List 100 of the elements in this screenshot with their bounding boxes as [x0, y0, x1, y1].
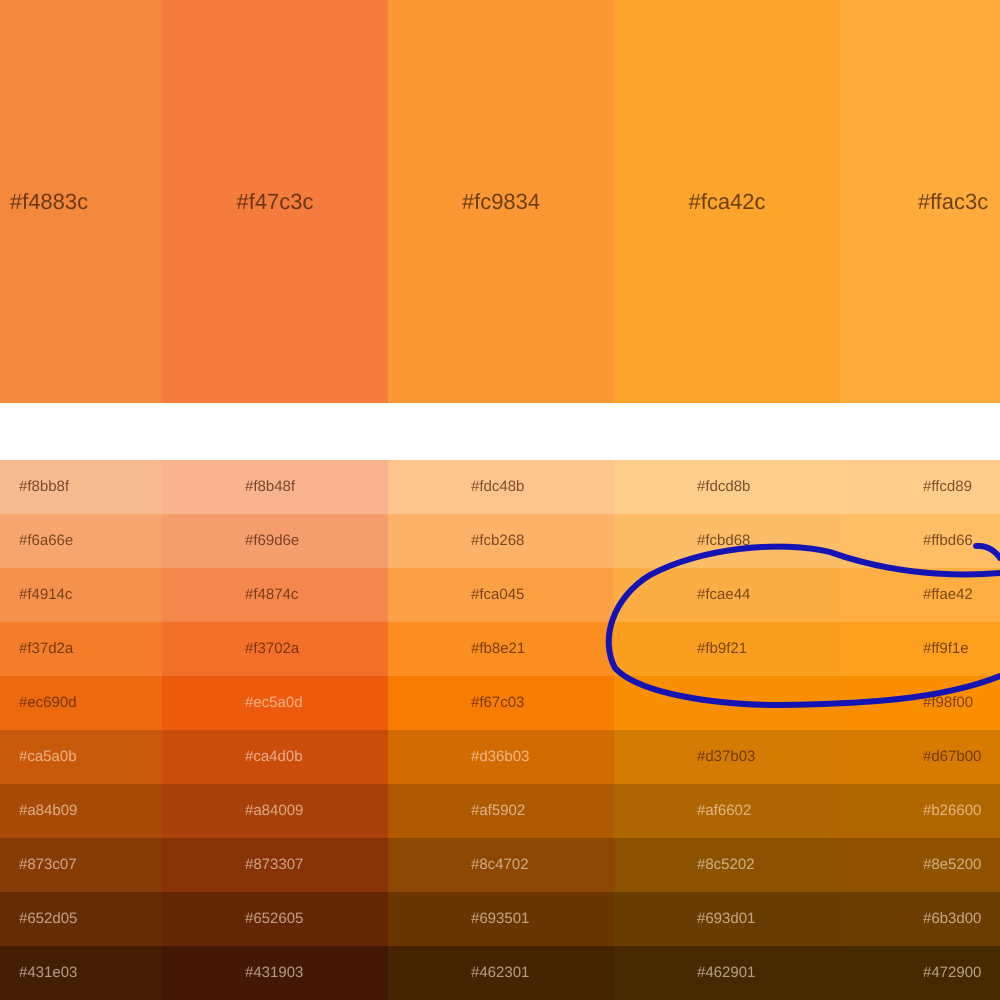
hex-code-label: #462901	[697, 962, 756, 983]
hex-code-label: #d67b00	[923, 746, 982, 767]
hex-code-label: #fc9834	[462, 188, 540, 216]
hex-code-label: #ec5a0d	[245, 692, 303, 713]
shade-swatch[interactable]: #652d05	[0, 892, 162, 946]
hex-code-label: #a84b09	[19, 800, 78, 821]
hex-code-label: #fca42c	[688, 188, 766, 216]
shade-swatch[interactable]: #d37b03	[614, 730, 840, 784]
hex-code-label: #8c5202	[697, 854, 755, 875]
shade-swatch[interactable]: #fb8e21	[388, 622, 614, 676]
hex-code-label: #f6a66e	[19, 530, 74, 551]
hex-code-label: #fcae44	[697, 584, 750, 605]
hex-code-label: #ffae42	[923, 584, 973, 605]
hex-code-label: #ff9f1e	[923, 638, 969, 659]
shade-swatch[interactable]: #8e5200	[840, 838, 1000, 892]
hex-code-label: #f47c3c	[236, 188, 314, 216]
shade-swatch[interactable]: #873c07	[0, 838, 162, 892]
hex-code-label: #f98f00	[923, 692, 974, 713]
hex-code-label: #f4874c	[245, 584, 298, 605]
hex-code-label: #f67c03	[471, 692, 524, 713]
shade-swatch[interactable]: #fb9f21	[614, 622, 840, 676]
hex-code-label: #fdcd8b	[697, 476, 750, 497]
shade-swatch[interactable]: #ffbd66	[840, 514, 1000, 568]
shade-swatch[interactable]: #873307	[162, 838, 388, 892]
shade-swatch[interactable]: #fcbd68	[614, 514, 840, 568]
color-swatch[interactable]: #f47c3c	[162, 0, 388, 403]
hex-code-label: #b26600	[923, 800, 982, 821]
shade-swatch[interactable]: #693501	[388, 892, 614, 946]
shade-swatch[interactable]: #f6a66e	[0, 514, 162, 568]
hex-code-label: #431903	[245, 962, 304, 983]
hex-code-label: #431e03	[19, 962, 78, 983]
hex-code-label: #8c4702	[471, 854, 529, 875]
hex-code-label: #693501	[471, 908, 530, 929]
shade-swatch[interactable]: #fca045	[388, 568, 614, 622]
shade-swatch[interactable]: #462301	[388, 946, 614, 1000]
hex-code-label: #af5902	[471, 800, 526, 821]
shade-swatch[interactable]: #ffae42	[840, 568, 1000, 622]
shade-swatch[interactable]: #ca5a0b	[0, 730, 162, 784]
shade-swatch[interactable]: #652605	[162, 892, 388, 946]
shade-swatch[interactable]: #f3702a	[162, 622, 388, 676]
hex-code-label: #ca5a0b	[19, 746, 77, 767]
hex-code-label: #d37b03	[697, 746, 756, 767]
hex-code-label: #fb8e21	[471, 638, 526, 659]
shade-swatch[interactable]: #af6602	[614, 784, 840, 838]
shade-swatch[interactable]: #d36b03	[388, 730, 614, 784]
hex-code-label: #af6602	[697, 800, 752, 821]
color-swatch[interactable]: #f4883c	[0, 0, 162, 403]
hex-code-label: #6b3d00	[923, 908, 982, 929]
hex-code-label: #693d01	[697, 908, 756, 929]
shade-swatch[interactable]: #ffcd89	[840, 460, 1000, 514]
shade-swatch[interactable]: #a84b09	[0, 784, 162, 838]
color-swatch[interactable]: #fca42c	[614, 0, 840, 403]
shade-swatch[interactable]: #ca4d0b	[162, 730, 388, 784]
shade-swatch[interactable]: #af5902	[388, 784, 614, 838]
shade-swatch[interactable]: #6b3d00	[840, 892, 1000, 946]
shade-swatch[interactable]: #ff9f1e	[840, 622, 1000, 676]
hex-code-label: #fcbd68	[697, 530, 750, 551]
hex-code-label: #472900	[923, 962, 982, 983]
shade-swatch[interactable]: #fdcd8b	[614, 460, 840, 514]
hex-code-label: #ffac3c	[918, 188, 988, 216]
hex-code-label: #873c07	[19, 854, 77, 875]
hex-code-label: #f3702a	[245, 638, 300, 659]
hex-code-label: #fca045	[471, 584, 524, 605]
shade-swatch[interactable]: #f8b48f	[162, 460, 388, 514]
shade-swatch[interactable]: #431e03	[0, 946, 162, 1000]
hex-code-label: #462301	[471, 962, 530, 983]
shade-swatch[interactable]: #f4874c	[162, 568, 388, 622]
shade-swatch[interactable]: #472900	[840, 946, 1000, 1000]
shade-swatch[interactable]: #fdc48b	[388, 460, 614, 514]
color-swatch[interactable]: #ffac3c	[840, 0, 1000, 403]
shade-swatch[interactable]: #f37d2a	[0, 622, 162, 676]
shade-swatch[interactable]: #fcae44	[614, 568, 840, 622]
hex-code-label: #d36b03	[471, 746, 530, 767]
shade-swatch[interactable]: #431903	[162, 946, 388, 1000]
shade-swatch[interactable]: #462901	[614, 946, 840, 1000]
hex-code-label: #f4914c	[19, 584, 72, 605]
hex-code-label: #f69d6e	[245, 530, 300, 551]
shade-swatch[interactable]: #693d01	[614, 892, 840, 946]
shade-swatch[interactable]: #f4914c	[0, 568, 162, 622]
shade-swatch[interactable]: #f8bb8f	[0, 460, 162, 514]
shade-swatch[interactable]: #ec690d	[0, 676, 162, 730]
hex-code-label: #fb9f21	[697, 638, 748, 659]
color-swatch[interactable]: #fc9834	[388, 0, 614, 403]
hex-code-label: #f8b48f	[245, 476, 296, 497]
shade-swatch[interactable]: #f67c03	[388, 676, 614, 730]
hex-code-label: #fdc48b	[471, 476, 524, 497]
hex-code-label: #fcb268	[471, 530, 524, 551]
shade-swatch[interactable]: #a84009	[162, 784, 388, 838]
shade-swatch[interactable]: #d67b00	[840, 730, 1000, 784]
hex-code-label: #ffbd66	[923, 530, 973, 551]
hex-code-label: #ca4d0b	[245, 746, 303, 767]
shade-swatch[interactable]: #f69d6e	[162, 514, 388, 568]
hex-code-label: #f8bb8f	[19, 476, 70, 497]
shade-swatch[interactable]: #8c4702	[388, 838, 614, 892]
hex-code-label: #8e5200	[923, 854, 982, 875]
hex-code-label: #f37d2a	[19, 638, 74, 659]
shade-swatch[interactable]: #8c5202	[614, 838, 840, 892]
hex-code-label: #a84009	[245, 800, 304, 821]
shade-swatch[interactable]: #fcb268	[388, 514, 614, 568]
shade-swatch[interactable]: #b26600	[840, 784, 1000, 838]
